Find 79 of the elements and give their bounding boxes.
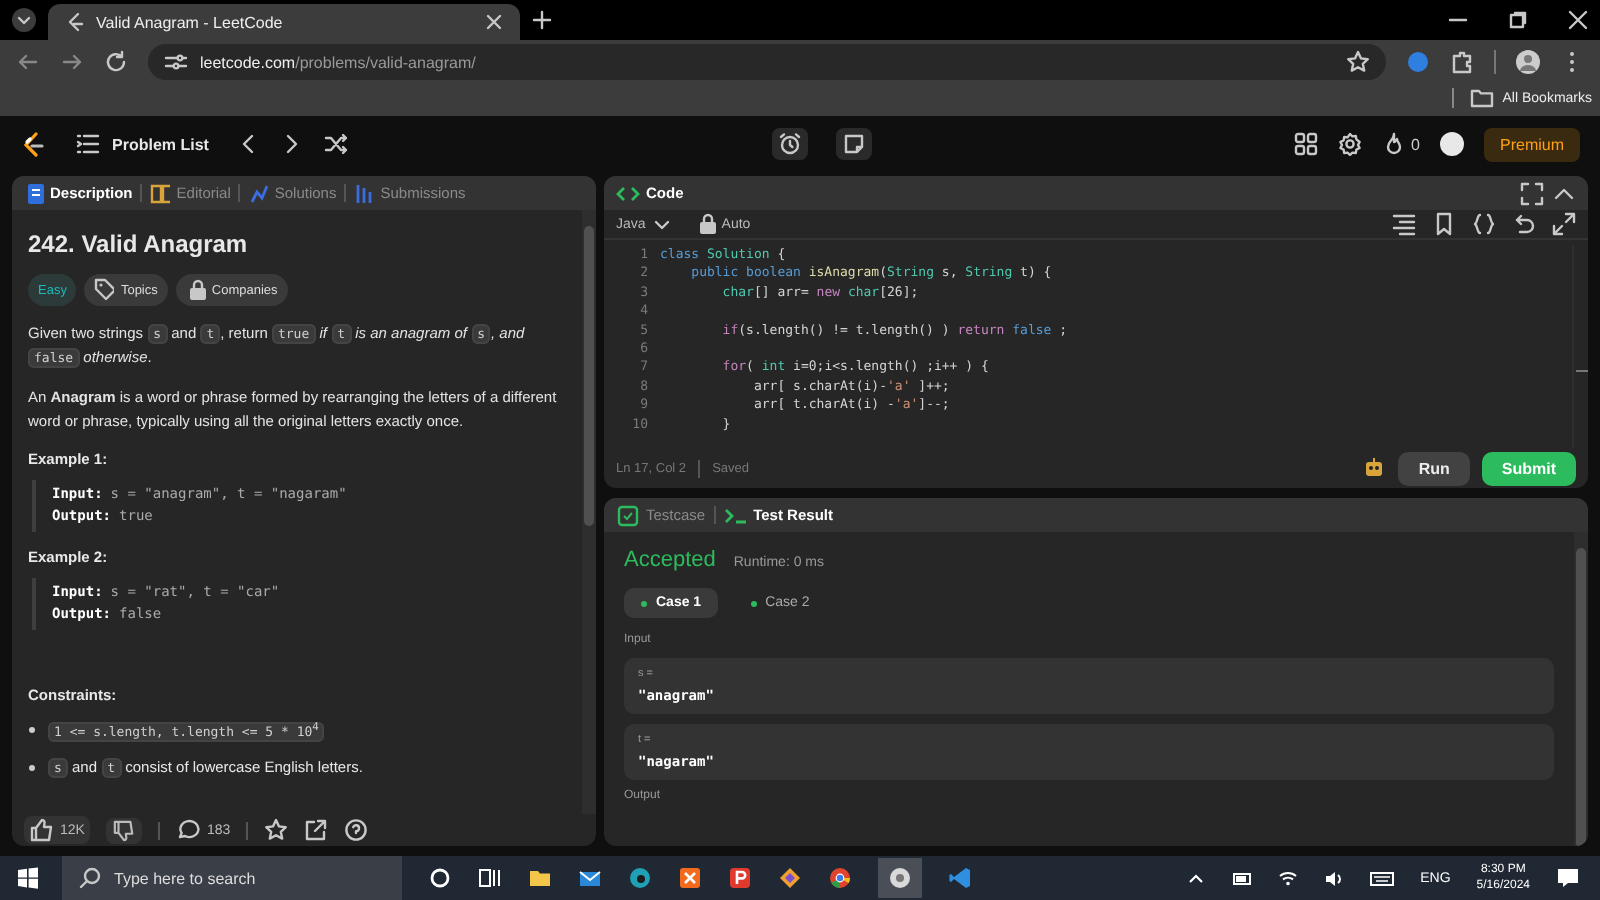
browser-tab[interactable]: Valid Anagram - LeetCode bbox=[48, 4, 520, 40]
site-logo-icon bbox=[64, 12, 84, 32]
folder-icon bbox=[1470, 86, 1495, 110]
timer-button[interactable] bbox=[771, 128, 807, 160]
cortana-icon[interactable] bbox=[428, 866, 452, 890]
pass-dot-icon bbox=[640, 599, 648, 607]
close-icon[interactable] bbox=[1568, 10, 1588, 30]
profile-avatar-icon[interactable] bbox=[1516, 50, 1540, 74]
star-icon[interactable] bbox=[264, 818, 289, 842]
note-icon bbox=[841, 132, 865, 156]
puzzle-icon[interactable] bbox=[1450, 50, 1474, 74]
list-icon bbox=[76, 132, 100, 156]
code-editor-icon[interactable] bbox=[948, 866, 972, 890]
comment-icon bbox=[176, 818, 201, 842]
reset-icon[interactable] bbox=[1512, 212, 1536, 236]
run-button[interactable]: Run bbox=[1398, 451, 1470, 485]
notes-button[interactable] bbox=[835, 128, 871, 160]
thumbs-up-icon bbox=[30, 818, 54, 842]
scrollbar[interactable] bbox=[1574, 532, 1588, 846]
url-text: leetcode.com/problems/valid-anagram/ bbox=[200, 53, 476, 71]
app-icon[interactable] bbox=[728, 866, 752, 890]
alarm-clock-icon bbox=[777, 132, 801, 156]
fullscreen-icon[interactable] bbox=[1520, 181, 1544, 205]
expand-icon[interactable] bbox=[1552, 212, 1576, 236]
shuffle-icon[interactable] bbox=[324, 132, 349, 156]
tag-icon bbox=[94, 278, 115, 302]
site-info-icon[interactable] bbox=[164, 50, 188, 74]
scrollbar[interactable] bbox=[582, 210, 596, 814]
problem-title: 242. Valid Anagram bbox=[28, 230, 250, 258]
mail-icon[interactable] bbox=[578, 866, 602, 890]
tab-title: Valid Anagram - LeetCode bbox=[96, 13, 285, 31]
folder-icon[interactable] bbox=[528, 866, 552, 890]
settings-icon[interactable] bbox=[1337, 132, 1362, 156]
browser-icon[interactable] bbox=[628, 866, 652, 890]
premium-button[interactable]: Premium bbox=[1484, 127, 1581, 161]
checkbox-icon bbox=[616, 503, 640, 527]
user-avatar-icon[interactable] bbox=[1440, 132, 1464, 156]
code-icon bbox=[616, 181, 640, 205]
bullet-icon bbox=[28, 726, 36, 735]
thumbs-down-icon[interactable] bbox=[106, 817, 143, 843]
flame-icon bbox=[1381, 132, 1406, 156]
restore-icon[interactable] bbox=[1508, 10, 1528, 30]
bullet-icon bbox=[28, 764, 36, 773]
pass-dot-icon bbox=[749, 599, 758, 607]
bookmark-star-icon[interactable] bbox=[1346, 50, 1370, 74]
address-bar[interactable]: leetcode.com/problems/valid-anagram/ bbox=[148, 44, 1386, 80]
tab-list-icon[interactable] bbox=[12, 8, 36, 32]
volume-icon[interactable] bbox=[1324, 868, 1345, 888]
notification-icon[interactable] bbox=[1556, 866, 1580, 890]
share-icon[interactable] bbox=[304, 818, 329, 842]
bookmark-icon[interactable] bbox=[1432, 212, 1456, 236]
reload-icon[interactable] bbox=[104, 50, 128, 74]
close-icon[interactable] bbox=[484, 12, 504, 32]
terminal-icon bbox=[723, 503, 748, 527]
streak-counter[interactable]: 0 bbox=[1381, 132, 1420, 156]
help-icon[interactable] bbox=[344, 818, 369, 842]
windows-start-icon[interactable] bbox=[16, 866, 40, 890]
lock-icon bbox=[695, 212, 716, 236]
battery-icon[interactable] bbox=[1232, 868, 1253, 888]
new-tab-icon[interactable] bbox=[532, 10, 552, 30]
document-icon bbox=[24, 181, 44, 205]
extension-icon[interactable] bbox=[1406, 50, 1430, 74]
forward-icon[interactable] bbox=[60, 50, 84, 74]
app-icon[interactable] bbox=[678, 866, 702, 890]
back-icon[interactable] bbox=[16, 50, 40, 74]
search-icon bbox=[78, 866, 102, 890]
helper-icon[interactable] bbox=[1362, 456, 1387, 480]
taskbar-search-field[interactable]: Type here to search bbox=[62, 856, 402, 900]
verdict-text: Accepted bbox=[624, 548, 716, 572]
task-view-icon[interactable] bbox=[478, 866, 502, 890]
lock-icon bbox=[185, 278, 206, 302]
app-icon[interactable] bbox=[778, 866, 802, 890]
braces-icon[interactable] bbox=[1472, 212, 1496, 236]
keyboard-icon[interactable] bbox=[1370, 868, 1395, 888]
layout-icon[interactable] bbox=[1293, 132, 1318, 156]
format-icon[interactable] bbox=[1392, 212, 1416, 236]
wifi-icon[interactable] bbox=[1278, 868, 1299, 888]
logo-icon[interactable] bbox=[20, 131, 44, 157]
problem-list-button[interactable]: Problem List bbox=[76, 132, 209, 156]
